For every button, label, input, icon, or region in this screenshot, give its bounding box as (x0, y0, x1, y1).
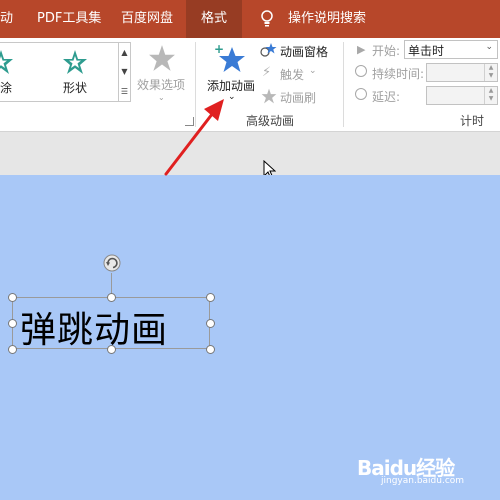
start-select-chevron-down-icon: ⌄ (485, 42, 493, 52)
resize-handle-bottom-left[interactable] (8, 345, 17, 354)
annotation-arrow-icon (160, 95, 230, 184)
tab-pdf-tools[interactable]: PDF工具集 (37, 0, 101, 38)
timing-group-title: 计时 (460, 114, 485, 128)
partial-star-icon[interactable] (0, 49, 14, 79)
gallery-more-icon[interactable]: ☰ (118, 82, 130, 101)
delay-label: 延迟: (372, 90, 401, 104)
trigger-dropdown-icon: ⌄ (309, 66, 317, 76)
tab-format[interactable]: 格式 (186, 0, 242, 38)
start-label: 开始: (372, 44, 401, 58)
gallery-item-label: 涂 (0, 81, 13, 95)
animation-pane-button[interactable]: 动画窗格 (280, 43, 328, 60)
resize-handle-top-right[interactable] (206, 293, 215, 302)
svg-text:+: + (214, 43, 224, 56)
advanced-animation-group-title: 高级动画 (246, 114, 295, 128)
animation-gallery[interactable]: 涂 形状 ▲ ▼ ☰ (0, 42, 131, 102)
group-separator (343, 42, 344, 127)
tell-me-search[interactable]: 操作说明搜索 (288, 0, 366, 38)
trigger-button[interactable]: 触发 (280, 66, 304, 83)
duration-stepper[interactable]: ▲ ▼ (426, 63, 498, 82)
animation-painter-icon (261, 88, 277, 108)
trigger-icon: ⚡ (262, 65, 272, 80)
baidu-watermark: Baidu经验 jingyan.baidu.com (357, 452, 464, 486)
start-select-value: 单击时 (408, 44, 445, 58)
ribbon-slide-gap (0, 132, 500, 175)
delay-spin-icon[interactable]: ▲ ▼ (484, 87, 497, 104)
rotate-handle-icon[interactable] (102, 253, 122, 277)
resize-handle-right[interactable] (206, 319, 215, 328)
shape-star-icon[interactable] (62, 49, 88, 79)
start-play-icon: ▶ (357, 43, 366, 56)
tab-baidu-netdisk[interactable]: 百度网盘 (121, 0, 173, 38)
gallery-scroll-down-icon[interactable]: ▼ (118, 62, 130, 82)
resize-handle-bottom[interactable] (107, 345, 116, 354)
resize-handle-left[interactable] (8, 319, 17, 328)
tab-animations[interactable]: 动 (0, 0, 13, 38)
animation-pane-icon (260, 42, 277, 62)
delay-clock-icon (355, 88, 367, 100)
duration-clock-icon (355, 65, 367, 77)
resize-handle-top[interactable] (107, 293, 116, 302)
add-animation-star-icon: + (214, 42, 246, 79)
gallery-scroll-up-icon[interactable]: ▲ (118, 43, 130, 62)
watermark-url: jingyan.baidu.com (381, 476, 465, 486)
resize-handle-bottom-right[interactable] (206, 345, 215, 354)
duration-label: 持续时间: (372, 67, 425, 81)
lightbulb-icon[interactable] (260, 10, 274, 32)
duration-spin-icon[interactable]: ▲ ▼ (484, 64, 497, 81)
resize-handle-top-left[interactable] (8, 293, 17, 302)
animation-painter-button[interactable]: 动画刷 (280, 89, 316, 106)
gallery-shape-label: 形状 (63, 81, 88, 95)
delay-stepper[interactable]: ▲ ▼ (426, 86, 498, 105)
effect-options-button[interactable]: 效果选项 (137, 76, 185, 93)
slide-text[interactable]: 弹跳动画 (20, 301, 168, 353)
effect-options-star-icon (148, 44, 176, 76)
start-select[interactable]: 单击时 ⌄ (404, 40, 498, 59)
ribbon-tab-bar: 动 PDF工具集 百度网盘 格式 操作说明搜索 (0, 0, 500, 38)
